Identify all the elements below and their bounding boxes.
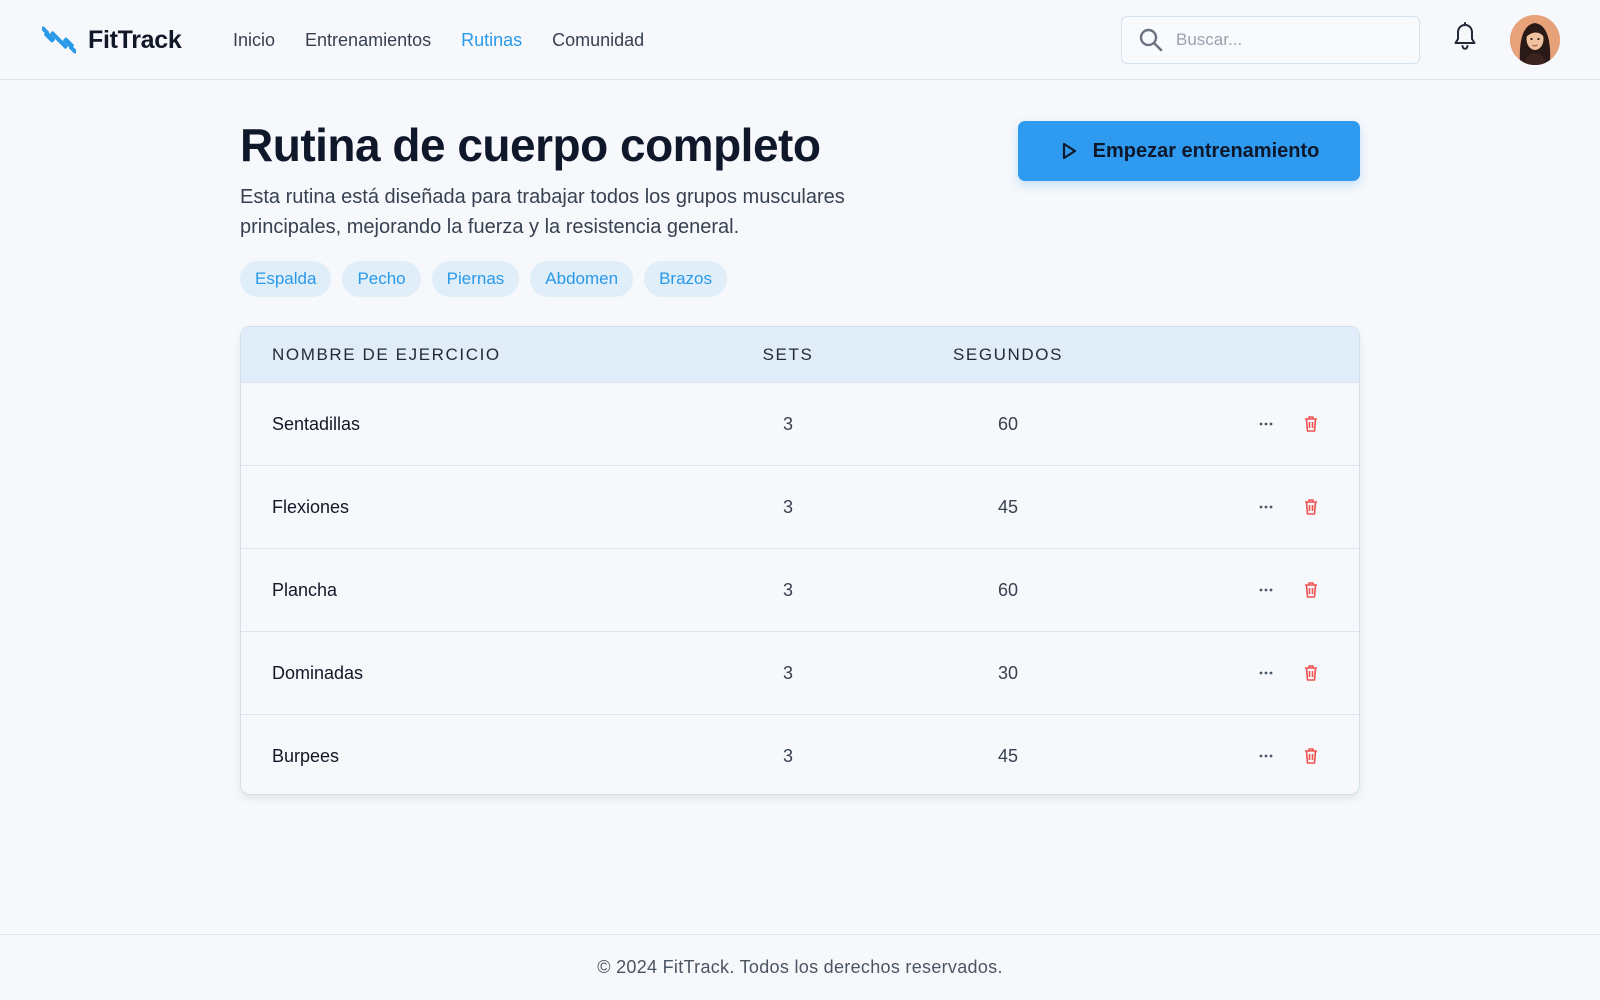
delete-exercise-button[interactable] — [1300, 662, 1322, 684]
search-icon — [1139, 28, 1163, 52]
exercise-seconds: 45 — [997, 497, 1019, 517]
exercise-name: Flexiones — [272, 497, 350, 517]
trash-icon — [1305, 748, 1317, 764]
more-horizontal-icon — [1259, 422, 1273, 426]
exercise-seconds: 45 — [997, 746, 1019, 766]
main-nav: Inicio Entrenamientos Rutinas Comunidad — [233, 26, 644, 54]
trash-icon — [1305, 416, 1317, 432]
bell-icon[interactable] — [1452, 22, 1478, 52]
nav-item-comunidad[interactable]: Comunidad — [552, 30, 644, 51]
nav-item-entrenamientos[interactable]: Entrenamientos — [305, 30, 431, 51]
exercise-sets: 3 — [782, 497, 793, 517]
table-row[interactable]: Plancha 3 60 — [241, 548, 1359, 631]
exercise-sets: 3 — [782, 746, 793, 766]
more-options-button[interactable] — [1255, 745, 1277, 767]
logo[interactable]: FitTrack — [42, 22, 182, 58]
nav-item-rutinas[interactable]: Rutinas — [461, 30, 522, 51]
tag-abdomen[interactable]: Abdomen — [530, 261, 634, 297]
trash-icon — [1305, 499, 1317, 515]
more-horizontal-icon — [1259, 671, 1273, 675]
more-horizontal-icon — [1259, 505, 1273, 509]
table-row[interactable]: Sentadillas 3 60 — [241, 382, 1359, 465]
muscle-group-tags: Espalda Pecho Piernas Abdomen Brazos — [240, 261, 727, 297]
table-row[interactable]: Flexiones 3 45 — [241, 465, 1359, 548]
exercise-name: Plancha — [272, 580, 338, 600]
column-header-sets: SETS — [762, 345, 814, 364]
footer: © 2024 FitTrack. Todos los derechos rese… — [0, 934, 1600, 1000]
delete-exercise-button[interactable] — [1300, 496, 1322, 518]
exercise-seconds: 60 — [997, 414, 1019, 434]
start-workout-button[interactable]: Empezar entrenamiento — [1018, 121, 1360, 181]
exercise-seconds: 30 — [997, 663, 1019, 683]
trash-icon — [1305, 582, 1317, 598]
exercise-sets: 3 — [782, 663, 793, 683]
more-horizontal-icon — [1259, 588, 1273, 592]
start-workout-label: Empezar entrenamiento — [1092, 139, 1320, 162]
tag-pecho[interactable]: Pecho — [342, 261, 421, 297]
tag-piernas[interactable]: Piernas — [431, 261, 520, 297]
exercise-sets: 3 — [782, 414, 793, 434]
exercise-sets: 3 — [782, 580, 793, 600]
top-navbar: FitTrack Inicio Entrenamientos Rutinas C… — [0, 0, 1600, 80]
exercise-name: Sentadillas — [272, 414, 361, 434]
search-box[interactable] — [1121, 16, 1420, 64]
search-input[interactable] — [1176, 30, 1406, 50]
page-title: Rutina de cuerpo completo — [240, 119, 821, 171]
app-name: FitTrack — [88, 25, 182, 54]
table-row[interactable]: Burpees 3 45 — [241, 714, 1359, 794]
exercise-seconds: 60 — [997, 580, 1019, 600]
dumbbell-icon — [42, 26, 76, 54]
tag-espalda[interactable]: Espalda — [240, 261, 332, 297]
more-options-button[interactable] — [1255, 662, 1277, 684]
avatar-image — [1510, 15, 1560, 65]
nav-item-inicio[interactable]: Inicio — [233, 30, 275, 51]
delete-exercise-button[interactable] — [1300, 745, 1322, 767]
more-options-button[interactable] — [1255, 496, 1277, 518]
column-header-seconds: SEGUNDOS — [952, 345, 1064, 364]
tag-brazos[interactable]: Brazos — [644, 261, 727, 297]
copyright-text: © 2024 FitTrack. Todos los derechos rese… — [597, 957, 1003, 977]
more-options-button[interactable] — [1255, 579, 1277, 601]
routine-description: Esta rutina está diseñada para trabajar … — [240, 186, 845, 238]
more-options-button[interactable] — [1255, 413, 1277, 435]
column-header-name: NOMBRE DE EJERCICIO — [272, 345, 501, 364]
exercise-table: NOMBRE DE EJERCICIO SETS SEGUNDOS Sentad… — [240, 326, 1360, 795]
avatar[interactable] — [1510, 15, 1560, 65]
more-horizontal-icon — [1259, 754, 1273, 758]
play-icon — [1062, 142, 1076, 160]
exercise-name: Burpees — [272, 746, 340, 766]
trash-icon — [1305, 665, 1317, 681]
table-header: NOMBRE DE EJERCICIO SETS SEGUNDOS — [241, 327, 1359, 382]
delete-exercise-button[interactable] — [1300, 413, 1322, 435]
table-row[interactable]: Dominadas 3 30 — [241, 631, 1359, 714]
delete-exercise-button[interactable] — [1300, 579, 1322, 601]
exercise-name: Dominadas — [272, 663, 364, 683]
